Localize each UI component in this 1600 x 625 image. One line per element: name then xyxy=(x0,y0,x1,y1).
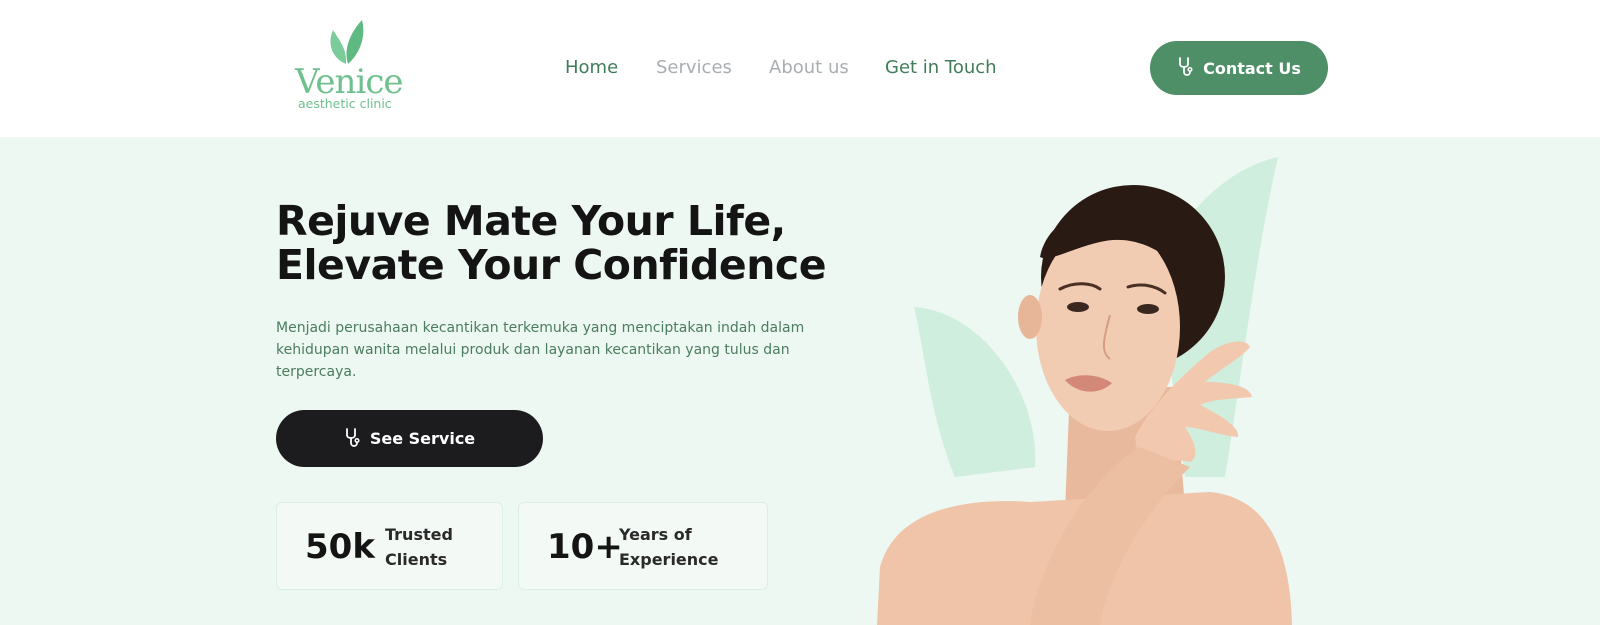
eye-right xyxy=(1137,304,1159,314)
see-service-button[interactable]: See Service xyxy=(276,410,543,467)
nav-item-get-in-touch[interactable]: Get in Touch xyxy=(885,56,997,80)
stat-label-line-2: Clients xyxy=(385,550,448,569)
hero-title-line-2: Elevate Your Confidence xyxy=(276,241,827,289)
stat-value: 50k xyxy=(305,527,375,567)
stat-value: 10+ xyxy=(547,527,623,567)
stat-label-line-2: Experience xyxy=(619,550,719,569)
see-service-label: See Service xyxy=(369,429,476,448)
nav-item-about-us[interactable]: About us xyxy=(769,56,849,80)
contact-us-button[interactable]: Contact Us xyxy=(1150,41,1328,95)
ear xyxy=(1018,295,1042,339)
stat-card-clients: 50k Trusted Clients xyxy=(276,502,503,590)
leaf-icon xyxy=(330,20,364,64)
stat-label-line-1: Years of xyxy=(619,525,692,544)
stat-label: Years of Experience xyxy=(619,522,759,572)
stat-card-experience: 10+ Years of Experience xyxy=(518,502,768,590)
nav-item-services[interactable]: Services xyxy=(656,56,732,80)
site-header: Venice aesthetic clinic Home Services Ab… xyxy=(0,0,1600,137)
brand-tagline: aesthetic clinic xyxy=(298,96,392,111)
contact-us-label: Contact Us xyxy=(1203,58,1301,78)
hero-description: Menjadi perusahaan kecantikan terkemuka … xyxy=(276,320,805,380)
stat-label: Trusted Clients xyxy=(385,522,525,572)
stat-label-line-1: Trusted xyxy=(385,525,453,544)
brand-logo[interactable]: Venice aesthetic clinic xyxy=(292,18,403,113)
eye-left xyxy=(1067,302,1089,312)
nav-item-home[interactable]: Home xyxy=(565,56,618,80)
stethoscope-icon xyxy=(345,427,360,447)
stethoscope-icon xyxy=(1179,57,1193,76)
decorative-leaf-left xyxy=(914,307,1036,477)
hero-title: Rejuve Mate Your Life, Elevate Your Conf… xyxy=(276,199,856,287)
hero-section: Rejuve Mate Your Life, Elevate Your Conf… xyxy=(0,137,1600,625)
hero-title-line-1: Rejuve Mate Your Life, xyxy=(276,197,786,245)
